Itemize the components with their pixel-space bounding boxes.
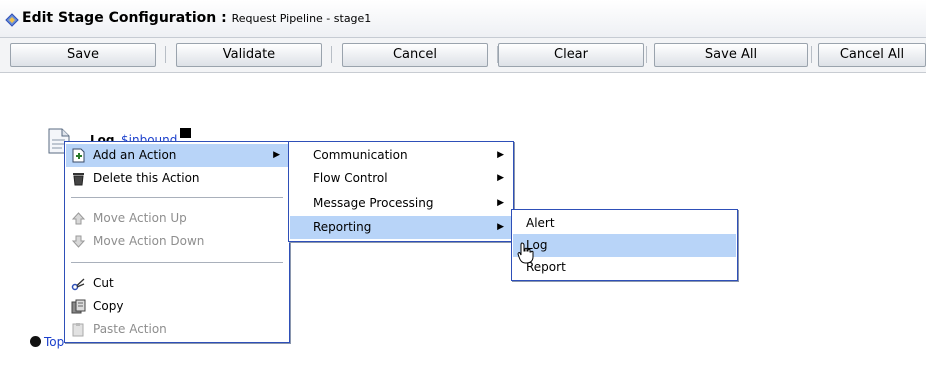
menu-separator xyxy=(71,262,283,263)
validate-button[interactable]: Validate xyxy=(176,43,322,67)
arrow-up-icon xyxy=(71,212,86,225)
save-button[interactable]: Save xyxy=(10,43,156,67)
menu-item-move-down[interactable]: Move Action Down xyxy=(66,230,288,253)
menu-item-label: Cut xyxy=(93,276,114,290)
context-menu: Add an Action ▶ Delete this Action Move … xyxy=(64,141,290,343)
menu-item-add-action[interactable]: Add an Action ▶ xyxy=(66,144,288,167)
menu-item-copy[interactable]: Copy xyxy=(66,295,288,318)
toolbar-separator xyxy=(165,46,166,63)
title-separator: : xyxy=(216,10,232,26)
top-link[interactable]: Top xyxy=(44,335,64,349)
menu-item-label: Message Processing xyxy=(313,196,434,210)
up-arrow-icon[interactable] xyxy=(30,336,41,347)
menu-item-paste-action[interactable]: Paste Action xyxy=(66,318,288,341)
toolbar-separator xyxy=(811,46,812,63)
menu-item-label: Alert xyxy=(526,216,555,230)
action-submenu: Communication ▶ Flow Control ▶ Message P… xyxy=(288,141,514,242)
menu-item-cut[interactable]: Cut xyxy=(66,272,288,295)
add-action-icon xyxy=(72,148,85,163)
menu-item-alert[interactable]: Alert xyxy=(513,212,736,235)
stage-config-icon xyxy=(5,13,19,27)
menu-item-communication[interactable]: Communication ▶ xyxy=(290,144,512,167)
expand-icon[interactable] xyxy=(180,128,191,138)
menu-item-label: Flow Control xyxy=(313,171,388,185)
menu-item-label: Paste Action xyxy=(93,322,167,336)
title-subtitle: Request Pipeline - stage1 xyxy=(231,12,372,25)
paste-icon xyxy=(72,323,84,337)
cancel-button[interactable]: Cancel xyxy=(342,43,488,67)
menu-item-delete-action[interactable]: Delete this Action xyxy=(66,167,288,190)
title-bar: Edit Stage Configuration : Request Pipel… xyxy=(0,0,926,38)
menu-item-label: Move Action Up xyxy=(93,211,187,225)
menu-item-reporting[interactable]: Reporting ▶ xyxy=(290,216,512,239)
toolbar-separator xyxy=(331,46,332,63)
menu-item-label: Reporting xyxy=(313,220,372,234)
menu-item-log[interactable]: Log xyxy=(513,234,736,257)
arrow-down-icon xyxy=(71,235,86,248)
page-title: Edit Stage Configuration : Request Pipel… xyxy=(22,10,371,26)
cancel-all-button[interactable]: Cancel All xyxy=(818,43,926,67)
reporting-submenu: Alert Log Report xyxy=(511,209,738,281)
toolbar: Save Validate Cancel Clear Save All Canc… xyxy=(0,38,926,73)
menu-item-flow-control[interactable]: Flow Control ▶ xyxy=(290,167,512,190)
menu-item-message-processing[interactable]: Message Processing ▶ xyxy=(290,192,512,215)
clear-button[interactable]: Clear xyxy=(498,43,644,67)
hand-cursor-icon xyxy=(517,242,534,264)
menu-separator xyxy=(71,197,283,198)
submenu-arrow-icon: ▶ xyxy=(497,222,504,232)
submenu-arrow-icon: ▶ xyxy=(273,150,280,160)
trash-icon xyxy=(73,173,84,186)
copy-icon xyxy=(71,299,86,314)
submenu-arrow-icon: ▶ xyxy=(497,150,504,160)
menu-item-label: Move Action Down xyxy=(93,234,205,248)
submenu-arrow-icon: ▶ xyxy=(497,198,504,208)
save-all-button[interactable]: Save All xyxy=(654,43,808,67)
toolbar-separator xyxy=(646,46,647,63)
submenu-arrow-icon: ▶ xyxy=(497,173,504,183)
title-text: Edit Stage Configuration xyxy=(22,10,217,26)
menu-item-label: Add an Action xyxy=(93,148,177,162)
menu-item-label: Copy xyxy=(93,299,124,313)
menu-item-report[interactable]: Report xyxy=(513,256,736,279)
scissors-icon xyxy=(71,278,85,291)
menu-item-label: Communication xyxy=(313,148,408,162)
menu-item-move-up[interactable]: Move Action Up xyxy=(66,207,288,230)
menu-item-label: Delete this Action xyxy=(93,171,200,185)
